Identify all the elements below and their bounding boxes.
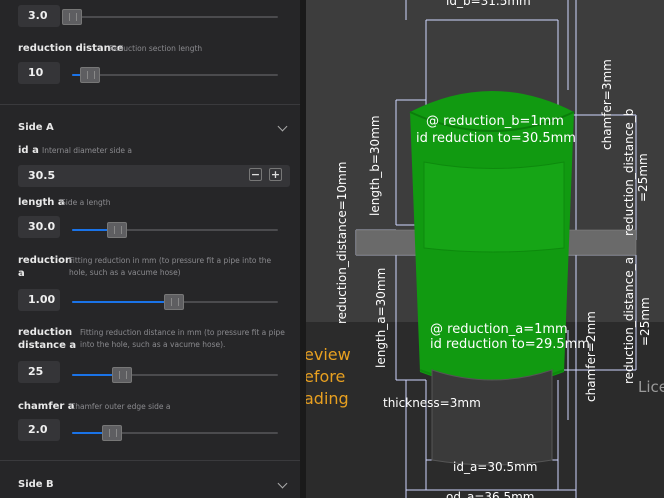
chamfer-a-input[interactable]: 2.0 [18,419,60,441]
id-a-input[interactable]: 30.5 − + [18,165,290,187]
length-a-slider-thumb[interactable] [107,222,127,238]
reduction-distance-help: Reduction section length [109,44,203,53]
reduction-b-label: @ reduction_b=1mm [426,114,564,129]
id-a-label: id a [18,145,39,156]
reduction-b-to-label: id reduction to=30.5mm [416,131,576,146]
top-slider-track[interactable] [72,16,278,18]
reduction-a-dim-label: @ reduction_a=1mm [430,322,568,337]
chamfer-bottom-label: chamfer=2mm [584,311,598,402]
decrement-button[interactable]: − [249,168,262,181]
od-bottom-label: od_a=36.5mm [446,490,535,498]
reduction-distance-a-slider-thumb[interactable] [112,367,132,383]
side-b-header[interactable]: Side B [18,479,54,490]
chevron-down-icon[interactable] [277,121,288,132]
reduction-a-help: Fitting reduction in mm (to pressure fit… [69,255,271,279]
divider [0,104,300,105]
reduction-a-label-line1: reduction [18,255,73,266]
preview-notice: eview efore ading [306,344,351,410]
preview-line3: ading [306,389,349,408]
reduction-distance-slider-track[interactable] [72,74,278,76]
increment-button[interactable]: + [269,168,282,181]
reduction-a-slider-thumb[interactable] [164,294,184,310]
length-a-dim-label: length_a=30mm [374,267,388,368]
thickness-label: thickness=3mm [383,396,481,410]
length-a-slider-fill [72,229,110,231]
divider [0,460,300,461]
licence-text: Lice [638,378,664,396]
reduction-distance-a-label-line2: distance a [18,340,77,351]
reduction-distance-a-dim-label: reduction_distance_a [622,256,636,384]
length-a-label: length a [18,197,65,208]
reduction-a-to-label: id reduction to=29.5mm [430,337,590,352]
chamfer-top-label: chamfer=3mm [600,59,614,150]
reduction-distance-slider-thumb[interactable] [80,67,100,83]
preview-line2: efore [306,367,346,386]
chamfer-a-slider-thumb[interactable] [102,425,122,441]
id-a-value: 30.5 [28,169,56,182]
reduction-a-slider-fill [72,301,174,303]
chamfer-a-slider-fill [72,432,106,434]
parameters-panel: 3.0 reduction distance Reduction section… [0,0,300,498]
3d-viewport[interactable]: id_b=31.5mm @ reduction_b=1mm id reducti… [306,0,664,498]
reduction-distance-label: reduction distance [18,43,124,54]
reduction-distance-input[interactable]: 10 [18,62,60,84]
id-a-help: Internal diameter side a [42,146,133,155]
reduction-distance-a-label-line1: reduction [18,327,73,338]
reduction-a-input[interactable]: 1.00 [18,289,60,311]
id-b-label: id_b=31.5mm [446,0,531,8]
reduction-a-help-line2: hole, such as a vacume hose) [69,268,181,277]
top-slider-thumb[interactable] [62,9,82,25]
reduction-distance-a-label: reduction distance a [18,326,76,352]
reduction-a-help-line1: Fitting reduction in mm (to pressure fit… [69,256,272,265]
length-a-input[interactable]: 30.0 [18,216,60,238]
inner-bore [431,369,553,466]
preview-line1: eview [306,345,351,364]
reduction-distance-label: reduction_distance=10mm [335,161,349,324]
reduction-distance-a-slider-fill [72,374,117,376]
length-a-help: Side a length [61,198,111,207]
chamfer-a-label: chamfer a [18,401,75,412]
chevron-down-icon[interactable] [277,478,288,489]
reduction-a-label-line2: a [18,268,25,279]
reduction-distance-b-value: =25mm [636,153,650,202]
id-a-dim-label: id_a=30.5mm [453,460,538,474]
chamfer-a-help: Chamfer outer edge side a [70,402,171,411]
reduction-distance-b-label: reduction_distance_b [622,108,636,236]
length-b-label: length_b=30mm [368,115,382,216]
side-a-header[interactable]: Side A [18,122,54,133]
reduction-distance-a-help-line2: into the hole, such as a vacume hose). [80,340,226,349]
top-value-input[interactable]: 3.0 [18,5,60,27]
reduction-distance-a-input[interactable]: 25 [18,361,60,383]
reduction-distance-a-help: Fitting reduction distance in mm (to pre… [80,327,285,351]
reduction-distance-a-help-line1: Fitting reduction distance in mm (to pre… [80,328,285,337]
reduction-a-label: reduction a [18,254,72,280]
reduction-distance-a-dim-value: =25mm [638,297,652,346]
